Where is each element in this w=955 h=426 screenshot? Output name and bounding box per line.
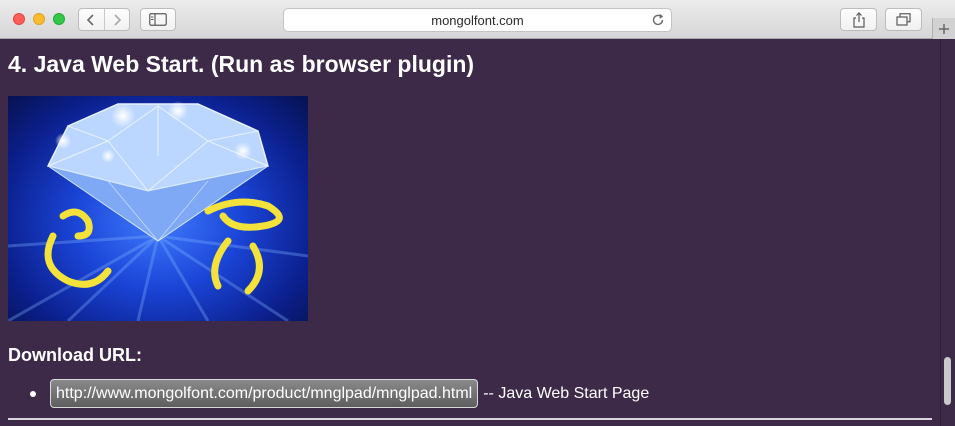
close-window-button[interactable]	[13, 13, 25, 25]
share-icon	[852, 11, 865, 28]
address-text: mongolfont.com	[431, 12, 524, 28]
reload-icon	[652, 13, 664, 26]
list-bullet	[30, 390, 36, 397]
download-url-label: Download URL:	[8, 345, 142, 365]
horizontal-divider	[8, 418, 932, 420]
sidebar-icon	[149, 13, 167, 26]
share-button[interactable]	[840, 8, 877, 31]
back-button[interactable]	[79, 9, 104, 30]
address-bar[interactable]: mongolfont.com	[283, 8, 672, 32]
zoom-window-button[interactable]	[53, 13, 65, 25]
section-heading: 4. Java Web Start. (Run as browser plugi…	[8, 51, 475, 77]
new-tab-button[interactable]	[932, 18, 955, 39]
download-link-list: http://www.mongolfont.com/product/mnglpa…	[30, 379, 649, 408]
diamond-illustration	[8, 101, 308, 321]
chevron-right-icon	[114, 13, 121, 26]
page-content: 4. Java Web Start. (Run as browser plugi…	[0, 39, 940, 426]
plus-icon	[939, 23, 949, 34]
diamond-hero-image	[8, 96, 308, 321]
browser-toolbar: mongolfont.com	[0, 0, 955, 39]
chevron-left-icon	[87, 13, 94, 26]
tabs-overview-icon	[896, 13, 911, 26]
navigation-buttons	[78, 8, 130, 31]
sidebar-button[interactable]	[140, 8, 176, 31]
minimize-window-button[interactable]	[33, 13, 45, 25]
download-link-description: -- Java Web Start Page	[483, 384, 650, 402]
forward-button[interactable]	[103, 9, 130, 30]
show-all-tabs-button[interactable]	[885, 8, 922, 31]
download-link[interactable]: http://www.mongolfont.com/product/mnglpa…	[50, 379, 479, 408]
scrollbar-thumb[interactable]	[944, 357, 951, 405]
reload-button[interactable]	[651, 13, 665, 30]
